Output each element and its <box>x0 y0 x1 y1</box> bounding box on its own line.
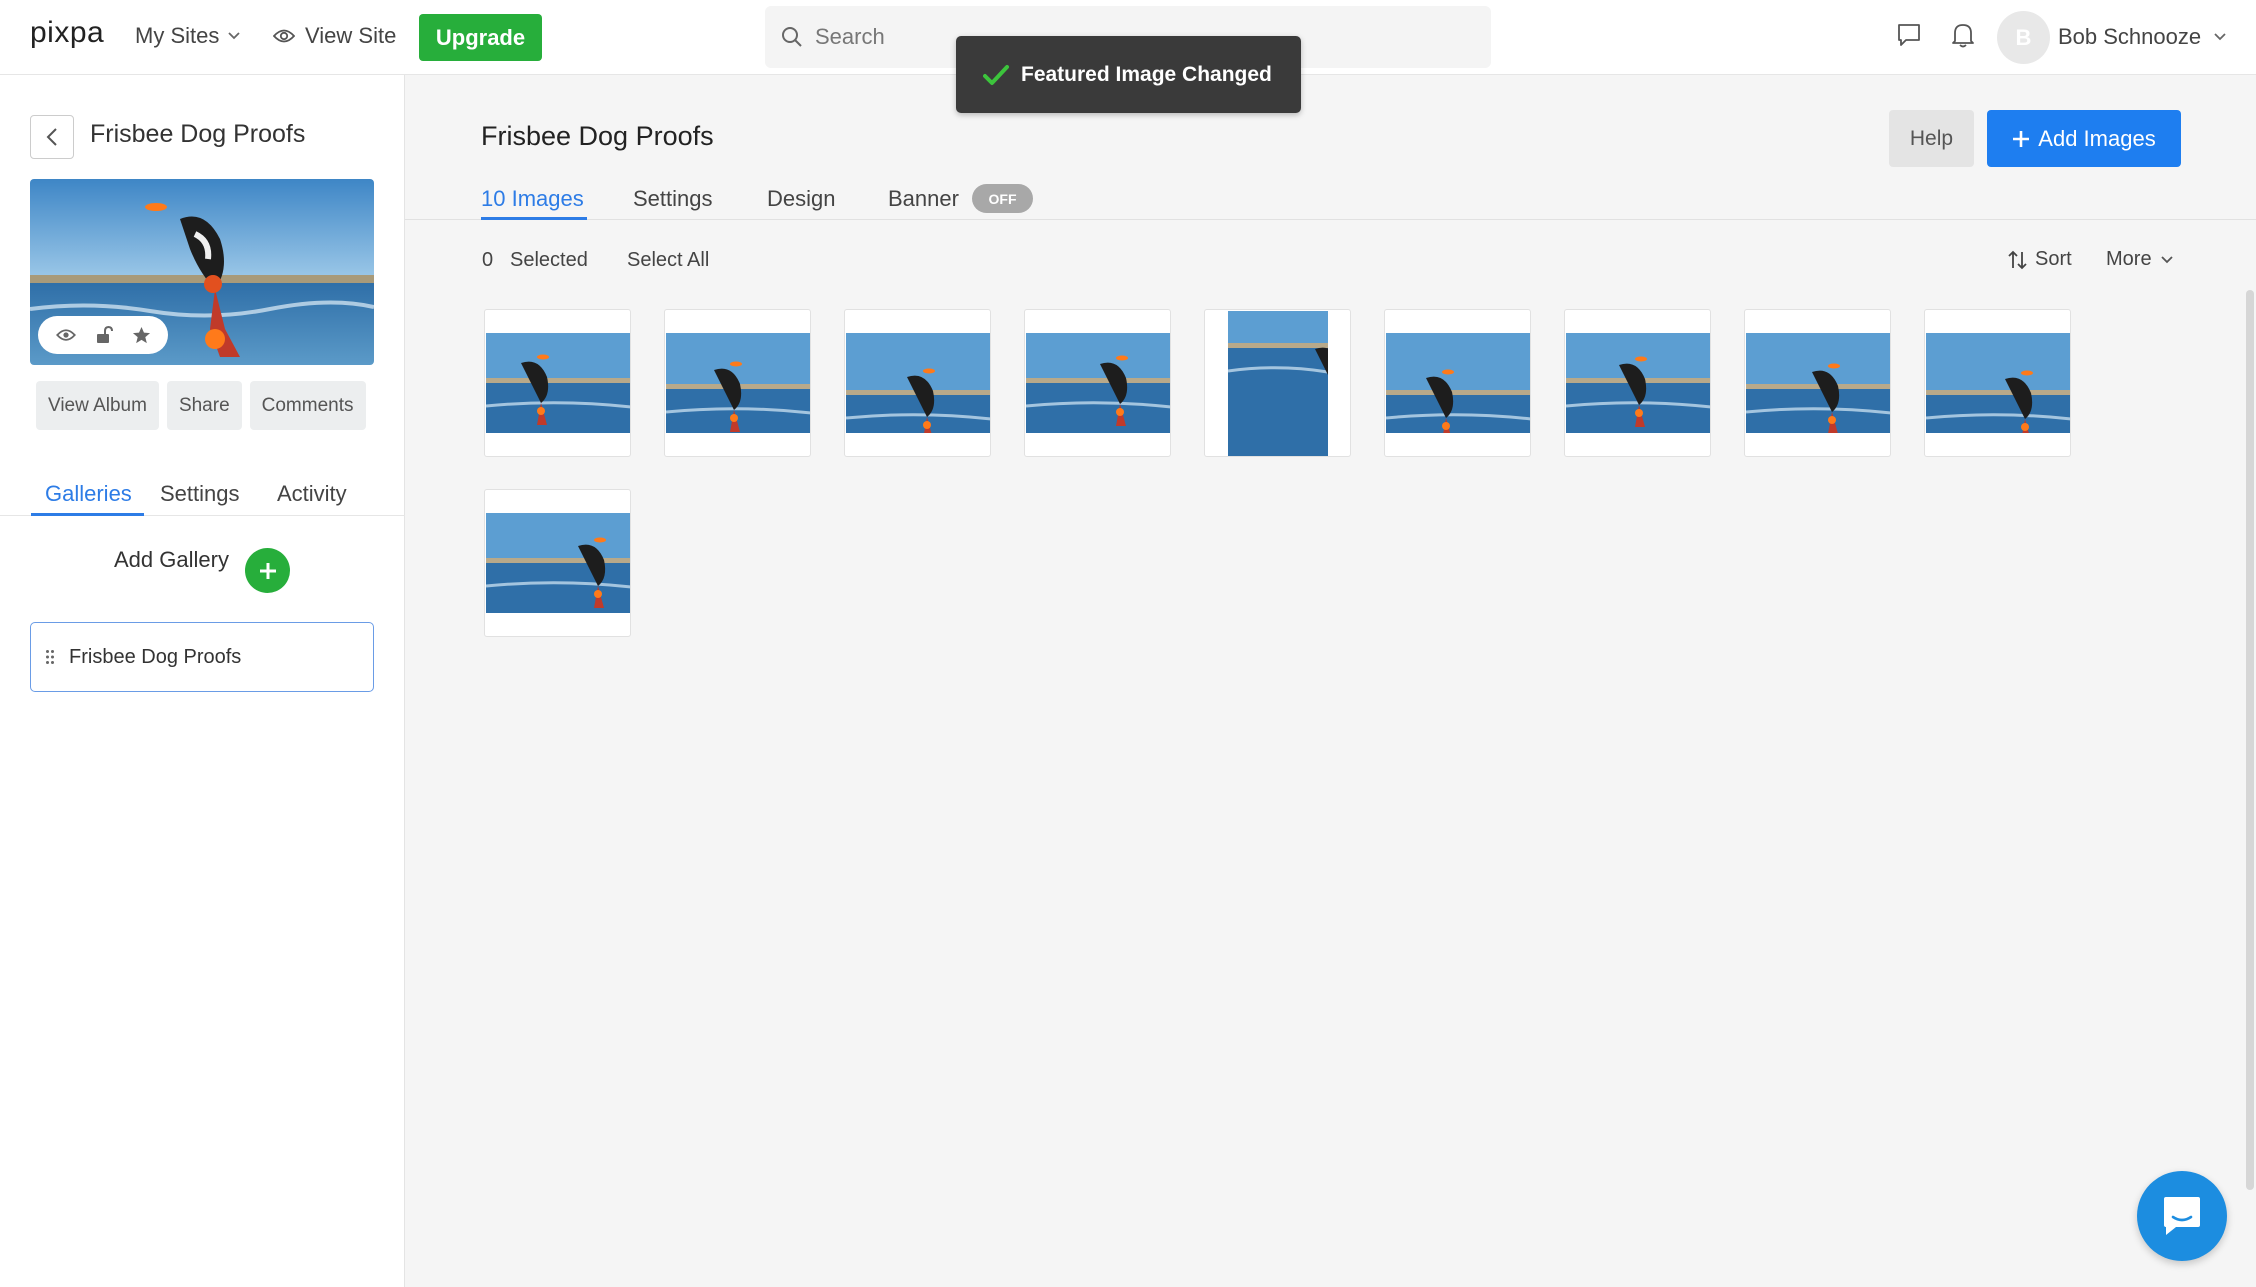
image-thumbnail <box>666 333 810 433</box>
album-actions: View Album Share Comments <box>36 381 366 430</box>
image-tile[interactable] <box>1384 309 1531 457</box>
cover-tools <box>38 316 168 354</box>
upgrade-button[interactable]: Upgrade <box>419 14 542 61</box>
chat-icon[interactable] <box>1896 22 1922 48</box>
active-tab-indicator <box>481 217 587 220</box>
sort-icon <box>2008 250 2027 269</box>
view-site-link[interactable]: View Site <box>273 23 396 49</box>
image-thumbnail <box>1926 333 2070 433</box>
select-all-link[interactable]: Select All <box>627 249 709 272</box>
tab-design[interactable]: Design <box>767 186 835 212</box>
scrollbar[interactable] <box>2246 290 2254 1190</box>
search-icon <box>782 27 802 47</box>
image-thumbnail <box>846 333 990 433</box>
active-tab-indicator <box>31 513 144 516</box>
sidebar-tabs: Galleries Settings Activity <box>0 475 405 516</box>
unlock-icon[interactable] <box>95 326 113 344</box>
image-thumbnail <box>486 513 630 613</box>
chat-bubble-icon <box>2164 1197 2200 1235</box>
user-menu[interactable]: Bob Schnooze <box>2058 24 2227 50</box>
eye-icon[interactable] <box>55 328 76 342</box>
image-thumbnail <box>1386 333 1530 433</box>
gallery-item[interactable]: Frisbee Dog Proofs <box>30 622 374 692</box>
my-sites-label: My Sites <box>135 23 220 48</box>
more-label: More <box>2106 248 2152 270</box>
avatar[interactable]: B <box>1997 11 2050 64</box>
page-title: Frisbee Dog Proofs <box>481 121 714 151</box>
add-images-label: Add Images <box>2038 125 2156 151</box>
image-tile[interactable] <box>1744 309 1891 457</box>
drag-handle-icon[interactable] <box>45 649 55 665</box>
eye-icon <box>273 29 295 43</box>
sort-label: Sort <box>2035 248 2072 270</box>
view-site-label: View Site <box>305 23 397 48</box>
image-tile[interactable] <box>484 489 631 637</box>
tab-images[interactable]: 10 Images <box>481 186 584 212</box>
toast-notification: Featured Image Changed <box>956 36 1301 113</box>
chevron-down-icon <box>2160 255 2173 263</box>
chevron-left-icon <box>46 128 57 146</box>
user-name: Bob Schnooze <box>2058 24 2202 49</box>
tab-settings[interactable]: Settings <box>160 481 240 507</box>
view-album-button[interactable]: View Album <box>36 381 159 430</box>
help-button[interactable]: Help <box>1889 110 1974 167</box>
back-button[interactable] <box>30 115 74 159</box>
checkmark-icon <box>983 64 1009 85</box>
tab-settings[interactable]: Settings <box>633 186 713 212</box>
chevron-down-icon <box>2214 33 2226 41</box>
tab-activity[interactable]: Activity <box>277 481 347 507</box>
image-thumbnail <box>1746 333 1890 433</box>
image-thumbnail <box>1566 333 1710 433</box>
image-thumbnail <box>1228 311 1328 456</box>
plus-icon <box>259 562 276 579</box>
comments-button[interactable]: Comments <box>249 381 366 430</box>
tab-galleries[interactable]: Galleries <box>45 481 132 507</box>
album-title: Frisbee Dog Proofs <box>90 120 306 148</box>
tab-banner[interactable]: Banner <box>888 186 959 212</box>
image-tile[interactable] <box>1564 309 1711 457</box>
gallery-item-label: Frisbee Dog Proofs <box>69 645 242 668</box>
bell-icon[interactable] <box>1950 21 1976 49</box>
add-images-button[interactable]: Add Images <box>1987 110 2181 167</box>
selected-count: 0 <box>482 249 494 271</box>
image-tile[interactable] <box>1924 309 2071 457</box>
image-thumbnail <box>1026 333 1170 433</box>
main-tabs: 10 Images Settings Design Banner OFF <box>405 178 2256 220</box>
chat-launcher-button[interactable] <box>2137 1171 2227 1261</box>
selected-label: Selected <box>510 249 588 271</box>
pixpa-logo[interactable]: pixpa <box>30 16 104 50</box>
more-menu[interactable]: More <box>2106 248 2174 271</box>
sidebar: Frisbee Dog Proofs View Album Share Comm… <box>0 75 405 1287</box>
banner-toggle[interactable]: OFF <box>972 184 1033 213</box>
image-tile[interactable] <box>484 309 631 457</box>
sort-button[interactable]: Sort <box>2007 248 2072 271</box>
plus-icon <box>2013 130 2030 147</box>
star-icon[interactable] <box>132 326 151 345</box>
image-thumbnail <box>486 333 630 433</box>
image-tile[interactable] <box>664 309 811 457</box>
image-tile[interactable] <box>1024 309 1171 457</box>
add-gallery-button[interactable] <box>245 548 290 593</box>
share-button[interactable]: Share <box>166 381 242 430</box>
my-sites-menu[interactable]: My Sites <box>135 23 241 49</box>
toast-message: Featured Image Changed <box>1021 62 1272 86</box>
image-tile[interactable] <box>844 309 991 457</box>
chevron-down-icon <box>228 32 240 40</box>
album-cover-image[interactable] <box>30 179 374 365</box>
add-gallery-label[interactable]: Add Gallery <box>114 547 229 573</box>
image-tile[interactable] <box>1204 309 1351 457</box>
